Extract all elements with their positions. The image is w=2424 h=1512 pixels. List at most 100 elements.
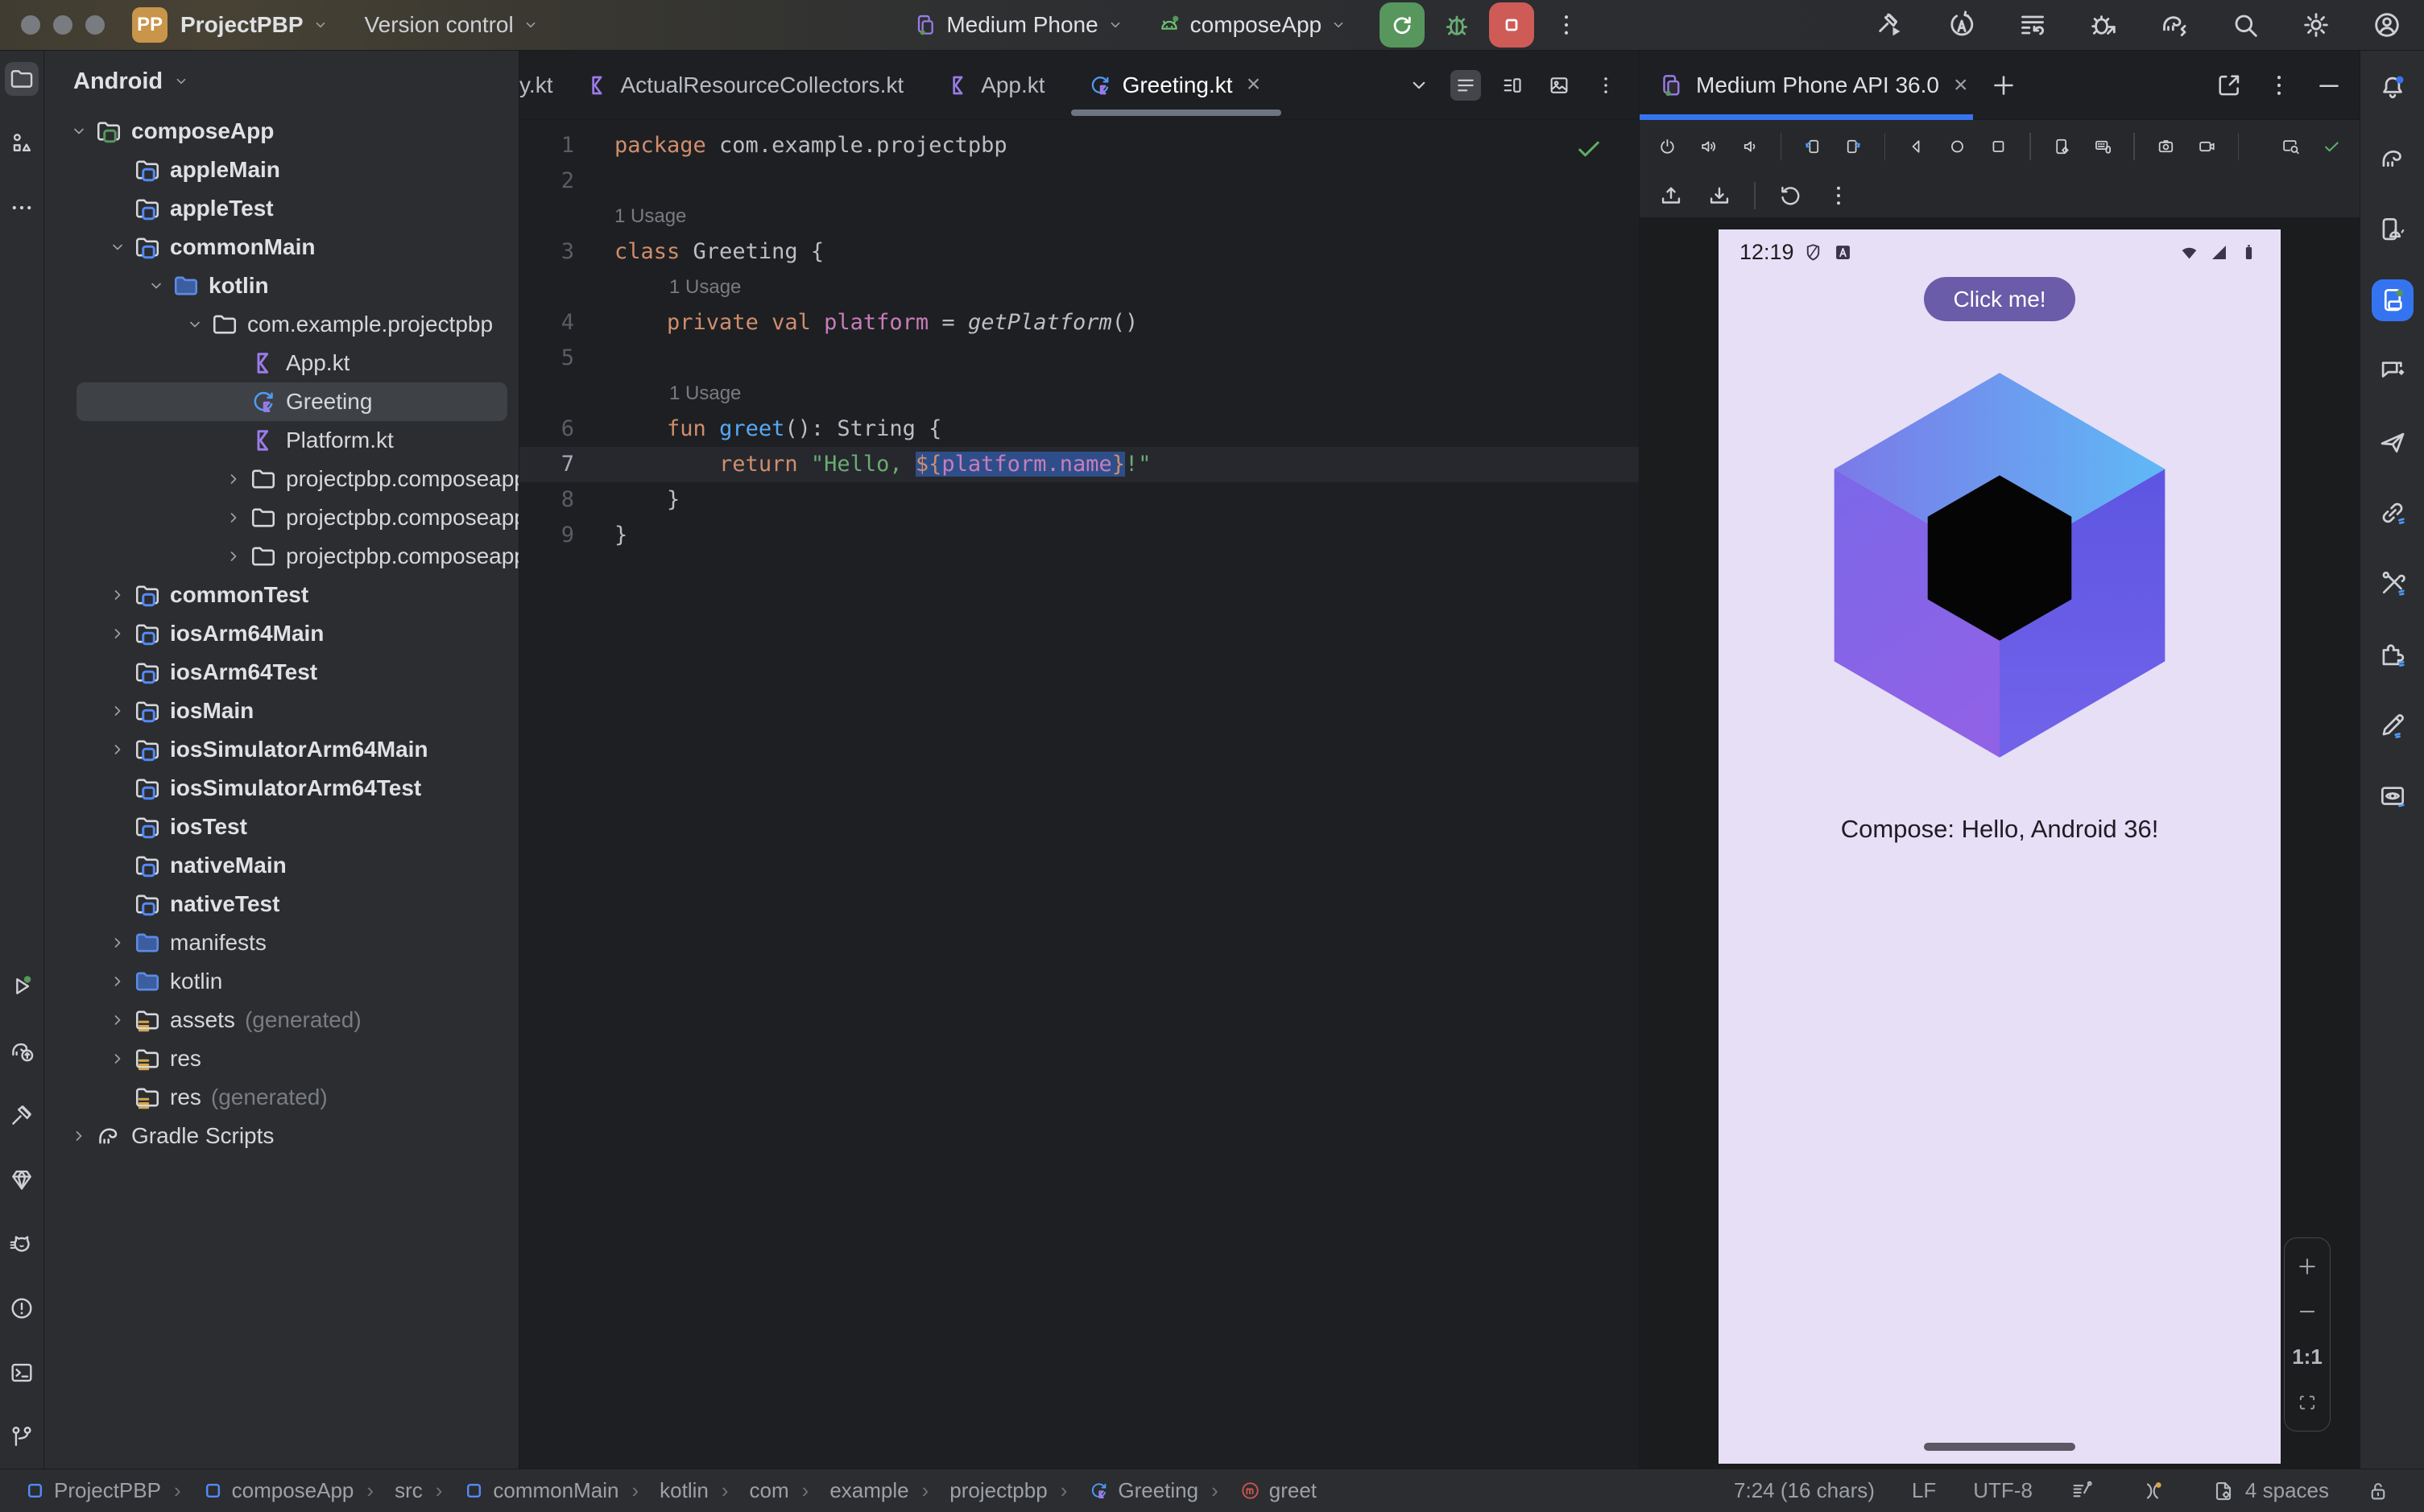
terminal-icon[interactable] — [5, 1356, 39, 1390]
running-devices-icon[interactable] — [2371, 279, 2414, 321]
kebab-icon[interactable] — [1590, 70, 1621, 101]
code-line[interactable]: 2 — [519, 163, 1639, 199]
tree-item[interactable]: projectpbp.composeapp.gene — [44, 537, 519, 576]
project-view-selector[interactable]: Android — [44, 51, 519, 112]
plane-icon[interactable] — [2372, 421, 2414, 463]
status-widget[interactable] — [2070, 1479, 2103, 1503]
problems-icon[interactable] — [5, 1291, 39, 1325]
window-search-icon[interactable] — [2281, 133, 2301, 160]
zoom-in-icon[interactable] — [2295, 1254, 2319, 1279]
tree-item[interactable]: appleTest — [44, 189, 519, 228]
debug-button[interactable] — [1441, 9, 1473, 41]
code-line[interactable]: 8 } — [519, 482, 1639, 518]
gradle-sync-icon[interactable] — [2158, 9, 2190, 41]
window-minimize-button[interactable] — [53, 15, 72, 35]
fit-screen-icon[interactable] — [2295, 1390, 2319, 1415]
vcs-widget[interactable]: Version control — [365, 12, 540, 38]
tree-item[interactable]: projectpbp.composeapp.gene — [44, 498, 519, 537]
kebab-icon[interactable] — [2265, 71, 2294, 100]
tree-item[interactable]: kotlin — [44, 962, 519, 1001]
usage-hint[interactable]: 1 Usage — [519, 199, 1639, 234]
run-play-icon[interactable] — [5, 969, 39, 1003]
more-horizontal-icon[interactable] — [5, 191, 39, 225]
puzzle-icon[interactable] — [2372, 634, 2414, 675]
nav-home-icon[interactable] — [1947, 133, 1967, 160]
breadcrumb-item[interactable]: Greeting — [1048, 1478, 1198, 1503]
editor-tab[interactable]: Greeting.kt × — [1066, 51, 1286, 119]
editor-tab[interactable]: ActualResourceCollectors.kt — [564, 51, 925, 119]
tree-item[interactable]: manifests — [44, 923, 519, 962]
stop-button[interactable] — [1489, 2, 1535, 48]
tree-item[interactable]: composeApp — [44, 112, 519, 151]
tree-item[interactable]: iosSimulatorArm64Test — [44, 769, 519, 808]
rotate-left-icon[interactable] — [1802, 133, 1822, 160]
build-hammer-icon[interactable] — [5, 1098, 39, 1132]
code-line[interactable]: 7 return "Hello, ${platform.name}!" — [519, 447, 1639, 482]
open-in-new-icon[interactable] — [2215, 71, 2244, 100]
code-line[interactable]: 6 fun greet(): String { — [519, 411, 1639, 447]
close-icon[interactable]: × — [1954, 72, 1968, 99]
tree-item[interactable]: nativeTest — [44, 885, 519, 923]
virtual-keyboard-icon[interactable] — [2093, 133, 2113, 160]
code-line[interactable]: 9} — [519, 518, 1639, 553]
code-line[interactable]: 5 — [519, 341, 1639, 376]
screen-record-icon[interactable] — [2197, 133, 2217, 160]
zoom-ratio-button[interactable]: 1:1 — [2292, 1345, 2323, 1369]
tree-item[interactable]: appleMain — [44, 151, 519, 189]
minimize-icon[interactable] — [2314, 71, 2343, 100]
task-list-icon[interactable] — [2017, 9, 2049, 41]
tree-item[interactable]: nativeMain — [44, 846, 519, 885]
status-widget[interactable] — [2366, 1479, 2400, 1503]
editor-tab[interactable]: y.kt — [519, 51, 564, 119]
tree-item[interactable]: assets (generated) — [44, 1001, 519, 1039]
usage-hint[interactable]: 1 Usage — [519, 376, 1639, 411]
tree-item[interactable]: Gradle Scripts — [44, 1117, 519, 1155]
status-widget[interactable]: 7:24 (16 chars) — [1734, 1478, 1875, 1503]
tree-item[interactable]: Greeting — [77, 382, 507, 421]
breadcrumb-item[interactable]: composeApp — [161, 1478, 354, 1503]
project-folder-icon[interactable] — [5, 62, 39, 96]
sync-a-icon[interactable] — [1946, 9, 1978, 41]
nav-overview-icon[interactable] — [1988, 133, 2008, 160]
code-line[interactable]: 4 private val platform = getPlatform() — [519, 305, 1639, 341]
close-icon[interactable]: × — [1243, 72, 1265, 97]
status-widget[interactable] — [2141, 1479, 2174, 1503]
tree-item[interactable]: App.kt — [44, 344, 519, 382]
device-selector[interactable]: Medium Phone — [912, 12, 1123, 38]
breadcrumb-item[interactable]: kotlin — [618, 1478, 709, 1503]
breadcrumb-item[interactable]: example — [789, 1478, 908, 1503]
logcat-cat-icon[interactable] — [5, 1227, 39, 1261]
eye-window-icon[interactable] — [2372, 775, 2414, 817]
tree-item[interactable]: com.example.projectpbp — [44, 305, 519, 344]
tree-item[interactable]: iosSimulatorArm64Main — [44, 730, 519, 769]
upload-icon[interactable] — [1657, 182, 1685, 209]
gradle-elephant-icon[interactable] — [2372, 138, 2414, 180]
structure-icon[interactable] — [5, 126, 39, 160]
code-line[interactable]: 3 class Greeting { — [519, 234, 1639, 270]
breadcrumb-item[interactable]: src — [354, 1478, 423, 1503]
breadcrumb-item[interactable]: projectpbp — [909, 1478, 1047, 1503]
tree-item[interactable]: res (generated) — [44, 1078, 519, 1117]
status-widget[interactable]: UTF-8 — [1973, 1478, 2033, 1503]
tree-item[interactable]: iosMain — [44, 692, 519, 730]
code-editor[interactable]: 1 package com.example.projectpbp 2 1 Usage 3… — [519, 120, 1639, 1469]
status-widget[interactable]: 4 spaces — [2211, 1478, 2329, 1503]
kebab-icon[interactable] — [1825, 182, 1852, 209]
emulator-screen[interactable]: 12:19 Click me! Compose: Hello, Android … — [1719, 229, 2281, 1464]
link-icon[interactable] — [2372, 492, 2414, 534]
tree-item[interactable]: iosArm64Test — [44, 653, 519, 692]
device-manager-icon[interactable] — [2372, 209, 2414, 250]
tree-item[interactable]: kotlin — [44, 266, 519, 305]
more-actions-icon[interactable] — [1552, 10, 1581, 39]
tree-item[interactable]: commonTest — [44, 576, 519, 614]
add-device-tab-icon[interactable] — [1989, 71, 2018, 100]
tree-item[interactable]: commonMain — [44, 228, 519, 266]
window-close-button[interactable] — [21, 15, 40, 35]
gemini-chat-icon[interactable] — [2372, 350, 2414, 392]
breadcrumb-item[interactable]: commonMain — [423, 1478, 618, 1503]
chevron-down-icon[interactable] — [1404, 70, 1434, 101]
volume-down-icon[interactable] — [1739, 133, 1760, 160]
breadcrumb-item[interactable]: ProjectPBP — [24, 1478, 161, 1503]
zoom-out-icon[interactable] — [2295, 1299, 2319, 1324]
search-icon[interactable] — [2229, 9, 2261, 41]
